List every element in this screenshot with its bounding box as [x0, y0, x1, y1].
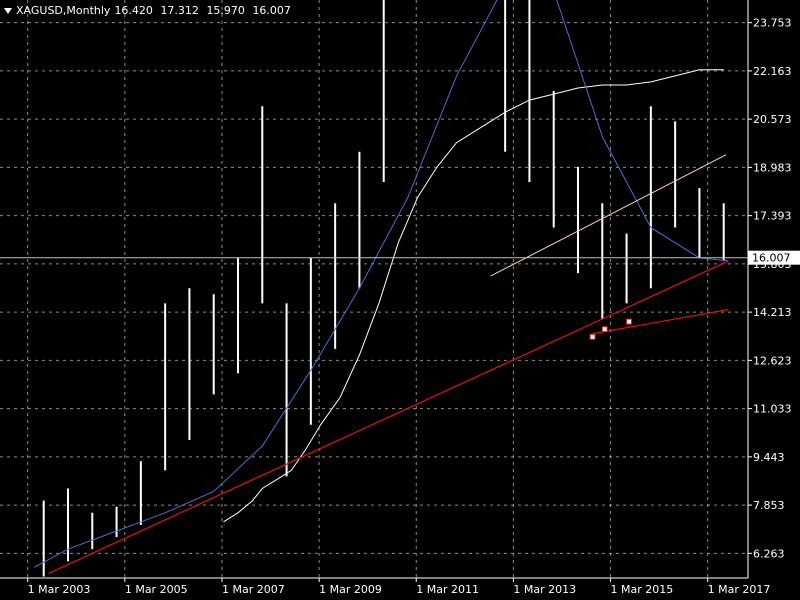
y-tick-label: 12.623 [753, 354, 792, 367]
y-tick-label: 11.033 [753, 403, 792, 416]
trendline-marker [601, 326, 608, 333]
y-tick-label: 17.393 [753, 210, 792, 223]
y-tick-label: 9.443 [753, 451, 785, 464]
ma-long-line [223, 69, 724, 523]
trendlines [48, 154, 729, 574]
trendline-marker [626, 318, 632, 325]
x-tick-label: 1 Mar 2017 [708, 583, 771, 596]
x-tick-label: 1 Mar 2011 [416, 583, 479, 596]
price-bars [42, 0, 725, 577]
chart-canvas: 23.75322.16320.57318.98317.39315.80314.2… [0, 0, 800, 596]
y-tick-label: 20.573 [753, 113, 792, 126]
dropdown-triangle-icon[interactable] [4, 7, 12, 14]
x-tick-label: 1 Mar 2013 [513, 583, 576, 596]
y-tick-label: 18.983 [753, 161, 792, 174]
ohlc-values: 16.420 17.312 15.970 16.007 [114, 4, 295, 17]
moving-averages [33, 0, 729, 568]
symbol-timeframe: XAGUSD,Monthly [16, 4, 111, 17]
axes: 23.75322.16320.57318.98317.39315.80314.2… [0, 0, 800, 596]
low-value: 15.970 [206, 4, 245, 17]
trendline [48, 260, 729, 574]
y-tick-label: 22.163 [753, 65, 792, 78]
high-value: 17.312 [160, 4, 199, 17]
x-tick-label: 1 Mar 2003 [28, 583, 91, 596]
chart-header: XAGUSD,Monthly 16.420 17.312 15.970 16.0… [4, 4, 295, 17]
x-tick-label: 1 Mar 2005 [125, 583, 188, 596]
grid [0, 0, 748, 578]
y-tick-label: 6.263 [753, 547, 785, 560]
price-tag-text: 16.007 [752, 252, 791, 265]
y-tick-label: 14.213 [753, 306, 792, 319]
x-tick-label: 1 Mar 2009 [319, 583, 382, 596]
y-tick-label: 7.853 [753, 499, 785, 512]
y-tick-label: 23.753 [753, 17, 792, 30]
open-value: 16.420 [114, 4, 153, 17]
trendline-marker [589, 333, 596, 340]
close-value: 16.007 [252, 4, 291, 17]
x-tick-label: 1 Mar 2007 [222, 583, 285, 596]
x-tick-label: 1 Mar 2015 [611, 583, 674, 596]
